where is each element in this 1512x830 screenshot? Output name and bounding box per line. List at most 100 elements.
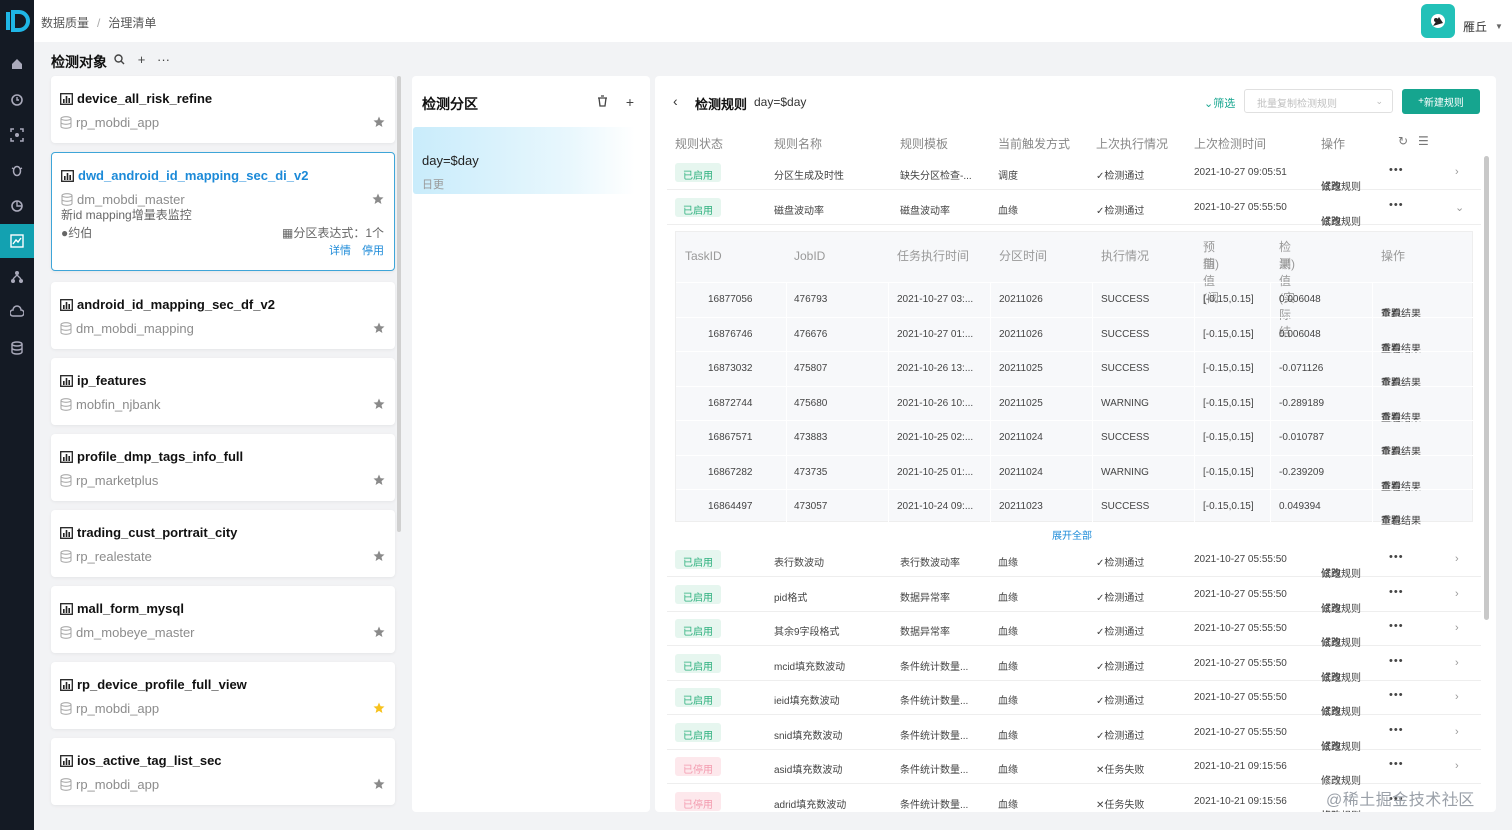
clock-icon[interactable] — [0, 83, 34, 117]
rules-scrollbar[interactable] — [1484, 156, 1489, 620]
bug-icon[interactable] — [0, 153, 34, 187]
rule-row[interactable]: 已启用 磁盘波动率 磁盘波动率 血缘 ✓检测通过 2021-10-27 05:55:50 试… — [667, 191, 1481, 228]
rule-time: 2021-10-27 09:05:51 — [1194, 167, 1287, 178]
status-badge: 已启用 — [675, 550, 721, 569]
object-list-scrollbar[interactable] — [397, 76, 401, 532]
chevron-right-icon[interactable]: › — [1455, 588, 1459, 600]
object-card[interactable]: trading_cust_portrait_city rp_realestate — [51, 510, 395, 577]
rule-time: 2021-10-27 05:55:50 — [1194, 623, 1287, 634]
add-icon[interactable]: + — [624, 94, 636, 110]
star-icon[interactable] — [373, 626, 385, 638]
chart-icon[interactable] — [0, 224, 34, 258]
edit-rule-link[interactable]: 修改规则 — [1321, 213, 1361, 228]
rule-row[interactable]: 已启用 ieid填充数波动 条件统计数量... 血缘 ✓检测通过 2021-10-27 0… — [667, 681, 1481, 718]
rule-name: asid填充数波动 — [774, 765, 843, 776]
rule-row[interactable]: 已启用 pid格式 数据异常率 血缘 ✓检测通过 2021-10-27 05:55:50 试… — [667, 578, 1481, 615]
database-icon[interactable] — [0, 331, 34, 365]
object-card[interactable]: android_id_mapping_sec_df_v2 dm_mobdi_map… — [51, 282, 395, 349]
star-icon[interactable] — [373, 398, 385, 410]
new-rule-button[interactable]: + 新建规则 — [1402, 89, 1480, 114]
chevron-right-icon[interactable]: › — [1455, 622, 1459, 634]
rule-template: 数据异常率 — [900, 627, 950, 638]
rule-row[interactable]: 已启用 其余9字段格式 数据异常率 血缘 ✓检测通过 2021-10-27 05:55:5… — [667, 612, 1481, 649]
breadcrumb-parent[interactable]: 数据质量 — [41, 16, 89, 30]
more-icon[interactable]: ••• — [1389, 689, 1404, 701]
chevron-right-icon[interactable]: › — [1455, 166, 1459, 178]
chevron-right-icon[interactable]: › — [1455, 691, 1459, 703]
partition-time: 20211025 — [999, 363, 1043, 374]
network-icon[interactable] — [0, 260, 34, 294]
chevron-right-icon[interactable]: › — [1455, 726, 1459, 738]
more-icon[interactable]: ••• — [1389, 164, 1404, 176]
disable-link[interactable]: 停用 — [362, 242, 384, 258]
rule-trigger: 血缘 — [998, 593, 1018, 604]
pie-icon[interactable] — [0, 189, 34, 223]
more-icon[interactable]: ••• — [1389, 586, 1404, 598]
copy-rules-select[interactable]: 批量复制检测规则 ⌄ — [1244, 89, 1393, 113]
list-settings-icon[interactable]: ☰ — [1418, 134, 1429, 148]
star-icon[interactable] — [373, 474, 385, 486]
rule-row[interactable]: 已停用 asid填充数波动 条件统计数量... 血缘 ✕任务失败 2021-10-21 0… — [667, 750, 1481, 787]
more-icon[interactable]: ••• — [1389, 655, 1404, 667]
more-icon[interactable]: ••• — [1389, 199, 1404, 211]
star-icon[interactable] — [372, 193, 384, 205]
database-icon — [61, 193, 73, 206]
object-db: mobfin_njbank — [76, 397, 161, 412]
rule-row[interactable]: 已启用 snid填充数波动 条件统计数量... 血缘 ✓检测通过 2021-10-27 0… — [667, 716, 1481, 753]
user-name[interactable]: 雁丘 — [1463, 18, 1487, 35]
task-row: 16877056 476793 2021-10-27 03:... 20211026 S… — [676, 282, 1474, 320]
refresh-icon[interactable]: ↻ — [1398, 134, 1408, 148]
filter-button[interactable]: ⌄筛选 — [1204, 95, 1235, 111]
expand-all-link[interactable]: 展开全部 — [1052, 527, 1092, 542]
chevron-right-icon[interactable]: › — [1455, 553, 1459, 565]
watermark: @稀土掘金技术社区 — [1326, 792, 1475, 809]
rule-row[interactable]: 已启用 分区生成及时性 缺失分区检查-... 调度 ✓检测通过 2021-10-27 09… — [667, 156, 1481, 193]
chevron-right-icon[interactable]: › — [1455, 657, 1459, 669]
rule-template: 缺失分区检查-... — [900, 171, 972, 182]
star-icon[interactable] — [373, 322, 385, 334]
status-badge: 已启用 — [675, 585, 721, 604]
table-chart-icon — [60, 298, 73, 311]
object-card[interactable]: ip_features mobfin_njbank — [51, 358, 395, 425]
rule-row[interactable]: 已启用 mcid填充数波动 条件统计数量... 血缘 ✓检测通过 2021-10-27 0… — [667, 647, 1481, 684]
chevron-down-icon[interactable]: ⌄ — [1455, 201, 1464, 214]
more-icon[interactable]: ••• — [1389, 620, 1404, 632]
detail-link[interactable]: 详情 — [329, 242, 351, 258]
add-icon[interactable]: + — [135, 52, 148, 67]
scan-icon[interactable] — [0, 118, 34, 152]
object-db: rp_realestate — [76, 549, 152, 564]
expected-value: [-0.15,0.15] — [1203, 501, 1254, 512]
star-icon[interactable] — [373, 702, 385, 714]
table-chart-icon — [60, 754, 73, 767]
avatar-image-icon — [1431, 14, 1445, 28]
object-card[interactable]: rp_device_profile_full_view rp_mobdi_app — [51, 662, 395, 729]
star-icon[interactable] — [373, 116, 385, 128]
back-icon[interactable]: ‹ — [673, 93, 678, 109]
more-icon[interactable]: ••• — [1389, 551, 1404, 563]
trash-icon[interactable] — [596, 94, 608, 110]
rule-row[interactable]: 已启用 表行数波动 表行数波动率 血缘 ✓检测通过 2021-10-27 05:55:50… — [667, 543, 1481, 580]
star-icon[interactable] — [373, 778, 385, 790]
chevron-down-icon[interactable]: ▼ — [1495, 22, 1503, 31]
chevron-down-icon: ⌄ — [1375, 96, 1383, 106]
more-icon[interactable]: ··· — [157, 52, 170, 67]
more-icon[interactable]: ••• — [1389, 724, 1404, 736]
chevron-right-icon[interactable]: › — [1455, 760, 1459, 772]
object-card[interactable]: ios_active_tag_list_sec rp_mobdi_app — [51, 738, 395, 805]
database-icon — [60, 398, 72, 411]
search-icon[interactable] — [113, 53, 126, 66]
more-icon[interactable]: ••• — [1389, 758, 1404, 770]
object-card[interactable]: profile_dmp_tags_info_full rp_marketplus — [51, 434, 395, 501]
task-id: 16867282 — [708, 466, 753, 478]
star-icon[interactable] — [373, 550, 385, 562]
object-card[interactable]: dwd_android_id_mapping_sec_di_v2 dm_mobdi… — [51, 152, 395, 271]
home-icon[interactable] — [0, 47, 34, 81]
object-name: rp_device_profile_full_view — [77, 677, 247, 692]
cloud-icon[interactable] — [0, 295, 34, 329]
view-result-link[interactable]: 查看结果 — [1381, 512, 1421, 527]
avatar[interactable] — [1421, 4, 1455, 38]
partition-item[interactable]: day=$day 日更 — [413, 127, 635, 194]
object-card[interactable]: device_all_risk_refine rp_mobdi_app — [51, 76, 395, 143]
object-title: rp_device_profile_full_view — [60, 677, 247, 692]
object-card[interactable]: mall_form_mysql dm_mobeye_master — [51, 586, 395, 653]
